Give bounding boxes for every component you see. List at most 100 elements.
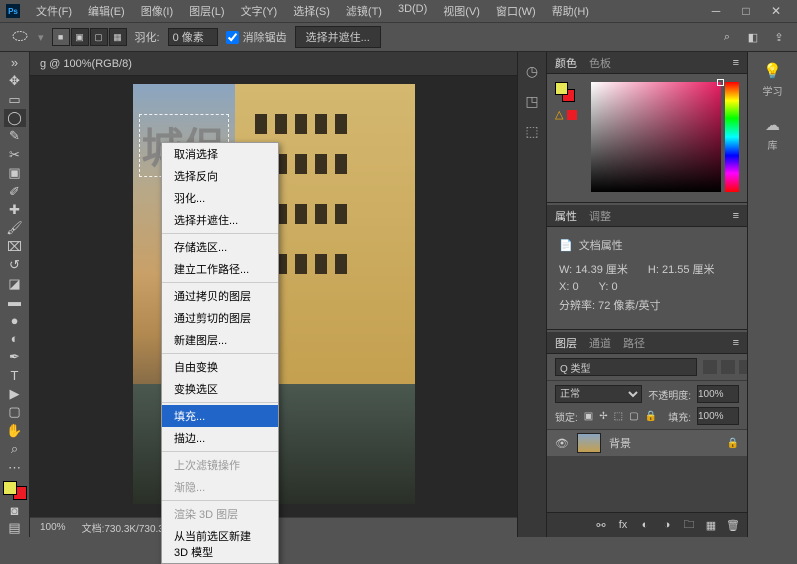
- visibility-icon[interactable]: 👁: [555, 437, 569, 450]
- current-tool-icon[interactable]: [10, 27, 30, 47]
- context-menu-item[interactable]: 变换选区: [162, 378, 278, 400]
- libraries-button[interactable]: ☁ 库: [765, 116, 780, 152]
- screen-mode-tool[interactable]: ▤: [4, 520, 26, 537]
- adjustment-layer-icon[interactable]: ◑: [659, 517, 675, 533]
- menu-edit[interactable]: 编辑(E): [82, 1, 131, 21]
- lock-lock-icon[interactable]: 🔒: [645, 411, 657, 422]
- delete-layer-icon[interactable]: 🗑: [725, 517, 741, 533]
- link-layers-icon[interactable]: ⚯: [593, 517, 609, 533]
- filter-adjust-icon[interactable]: [721, 360, 735, 374]
- menu-window[interactable]: 窗口(W): [490, 1, 542, 21]
- tab-paths[interactable]: 路径: [623, 335, 645, 351]
- arrange-icon[interactable]: ◧: [745, 29, 761, 45]
- selection-new[interactable]: ■: [52, 28, 70, 46]
- feather-input[interactable]: [168, 28, 218, 46]
- new-layer-icon[interactable]: ▦: [703, 517, 719, 533]
- lock-artboard-icon[interactable]: ▢: [629, 411, 638, 422]
- tab-layers[interactable]: 图层: [555, 335, 577, 351]
- blur-tool[interactable]: ●: [4, 312, 26, 329]
- layers-panel-menu[interactable]: ≡: [733, 337, 739, 349]
- maximize-button[interactable]: □: [731, 1, 761, 21]
- frame-tool[interactable]: ▣: [4, 164, 26, 181]
- context-menu-item[interactable]: 取消选择: [162, 143, 278, 165]
- context-menu-item[interactable]: 存储选区...: [162, 236, 278, 258]
- selection-intersect[interactable]: ▦: [109, 28, 127, 46]
- context-menu-item[interactable]: 自由变换: [162, 356, 278, 378]
- history-panel-icon[interactable]: ◷: [523, 62, 541, 80]
- healing-tool[interactable]: ✚: [4, 201, 26, 218]
- context-menu-item[interactable]: 建立工作路径...: [162, 258, 278, 280]
- color-panel-swatches[interactable]: [555, 82, 575, 102]
- expand-tools-icon[interactable]: »: [4, 54, 26, 71]
- tab-adjustments[interactable]: 调整: [589, 208, 611, 224]
- menu-filter[interactable]: 滤镜(T): [340, 1, 388, 21]
- gamut-warning-icon[interactable]: △: [555, 108, 563, 121]
- menu-layer[interactable]: 图层(L): [183, 1, 230, 21]
- color-field[interactable]: [591, 82, 721, 192]
- eraser-tool[interactable]: ◪: [4, 275, 26, 292]
- lock-all-icon[interactable]: ▣: [584, 411, 593, 422]
- history-brush-tool[interactable]: ↺: [4, 256, 26, 273]
- dodge-tool[interactable]: ◐: [4, 330, 26, 347]
- foreground-swatch[interactable]: [3, 481, 17, 495]
- tab-swatches[interactable]: 色板: [589, 55, 611, 71]
- layer-filter-input[interactable]: [555, 358, 697, 376]
- menu-image[interactable]: 图像(I): [135, 1, 179, 21]
- opacity-input[interactable]: [697, 385, 739, 403]
- menu-file[interactable]: 文件(F): [30, 1, 78, 21]
- tab-color[interactable]: 颜色: [555, 55, 577, 71]
- color-panel-menu[interactable]: ≡: [733, 57, 739, 69]
- context-menu-item[interactable]: 选择并遮住...: [162, 209, 278, 231]
- group-icon[interactable]: 🗀: [681, 517, 697, 533]
- context-menu-item[interactable]: 羽化...: [162, 187, 278, 209]
- layer-thumbnail[interactable]: [577, 433, 601, 453]
- blend-mode-select[interactable]: 正常: [555, 385, 642, 403]
- zoom-tool[interactable]: ⌕: [4, 441, 26, 458]
- stamp-tool[interactable]: ⌧: [4, 238, 26, 255]
- context-menu-item[interactable]: 通过剪切的图层: [162, 307, 278, 329]
- menu-view[interactable]: 视图(V): [437, 1, 486, 21]
- layer-style-icon[interactable]: fx: [615, 517, 631, 533]
- hue-slider[interactable]: [725, 82, 739, 192]
- filter-pixel-icon[interactable]: [703, 360, 717, 374]
- libraries-panel-icon[interactable]: ⬚: [523, 122, 541, 140]
- move-tool[interactable]: ✥: [4, 72, 26, 89]
- navigator-panel-icon[interactable]: ◳: [523, 92, 541, 110]
- search-icon[interactable]: ⌕: [719, 29, 735, 45]
- tab-channels[interactable]: 通道: [589, 335, 611, 351]
- close-button[interactable]: ✕: [761, 1, 791, 21]
- share-icon[interactable]: ⇪: [771, 29, 787, 45]
- lasso-tool[interactable]: ◯: [4, 109, 26, 126]
- context-menu-item[interactable]: 描边...: [162, 427, 278, 449]
- layer-mask-icon[interactable]: ◐: [637, 517, 653, 533]
- antialias-checkbox[interactable]: 消除锯齿: [226, 29, 287, 45]
- crop-tool[interactable]: ✂: [4, 146, 26, 163]
- context-menu-item[interactable]: 通过拷贝的图层: [162, 285, 278, 307]
- lock-pixels-icon[interactable]: ⬚: [614, 411, 623, 422]
- color-swatches[interactable]: [3, 481, 27, 500]
- path-select-tool[interactable]: ▶: [4, 385, 26, 402]
- minimize-button[interactable]: ─: [701, 1, 731, 21]
- quick-mask-tool[interactable]: ◙: [4, 501, 26, 518]
- context-menu-item[interactable]: 新建图层...: [162, 329, 278, 351]
- menu-help[interactable]: 帮助(H): [546, 1, 595, 21]
- context-menu-item[interactable]: 选择反向: [162, 165, 278, 187]
- shape-tool[interactable]: ▢: [4, 404, 26, 421]
- menu-3d[interactable]: 3D(D): [392, 1, 433, 21]
- marquee-tool[interactable]: ▭: [4, 91, 26, 108]
- document-tab[interactable]: g @ 100%(RGB/8): [30, 52, 517, 76]
- doc-size[interactable]: 文档:730.3K/730.3K: [82, 520, 171, 535]
- edit-toolbar[interactable]: ⋯: [4, 459, 26, 476]
- zoom-level[interactable]: 100%: [40, 522, 66, 533]
- type-tool[interactable]: T: [4, 367, 26, 384]
- selection-subtract[interactable]: ▢: [90, 28, 108, 46]
- fill-input[interactable]: [697, 407, 739, 425]
- gradient-tool[interactable]: ▬: [4, 293, 26, 310]
- pen-tool[interactable]: ✒: [4, 349, 26, 366]
- menu-type[interactable]: 文字(Y): [235, 1, 284, 21]
- context-menu-item[interactable]: 从当前选区新建 3D 模型: [162, 525, 278, 563]
- lock-position-icon[interactable]: ✢: [599, 411, 607, 422]
- hand-tool[interactable]: ✋: [4, 422, 26, 439]
- selection-add[interactable]: ▣: [71, 28, 89, 46]
- color-picker[interactable]: [591, 82, 739, 192]
